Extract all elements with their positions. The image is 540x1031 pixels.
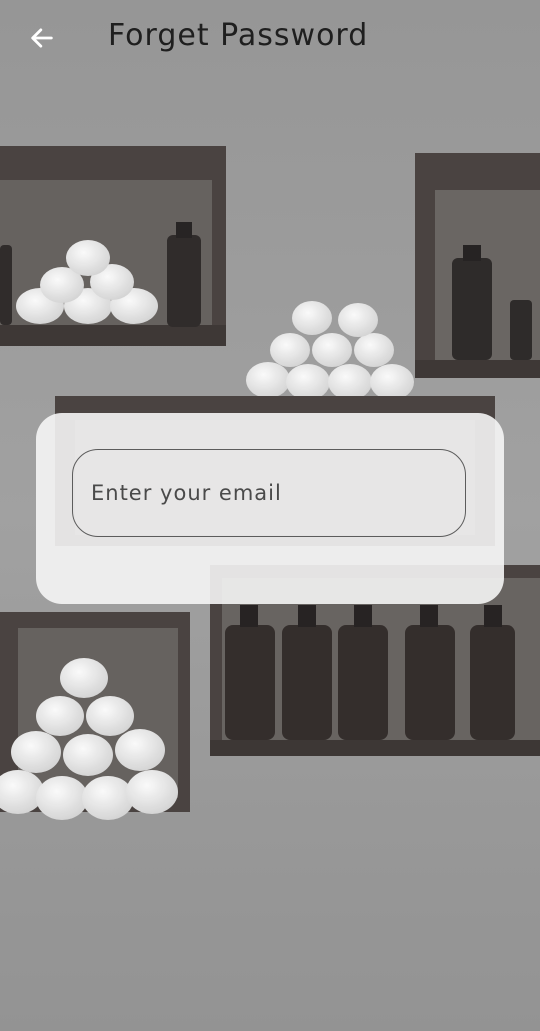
- email-field[interactable]: Enter your email: [72, 449, 466, 537]
- arrow-left-icon: [28, 24, 56, 56]
- email-placeholder: Enter your email: [91, 481, 282, 505]
- page-title: Forget Password: [108, 18, 369, 53]
- back-button[interactable]: [22, 22, 62, 58]
- app-header: Forget Password: [0, 0, 540, 80]
- forgot-password-card: Enter your email: [36, 413, 504, 604]
